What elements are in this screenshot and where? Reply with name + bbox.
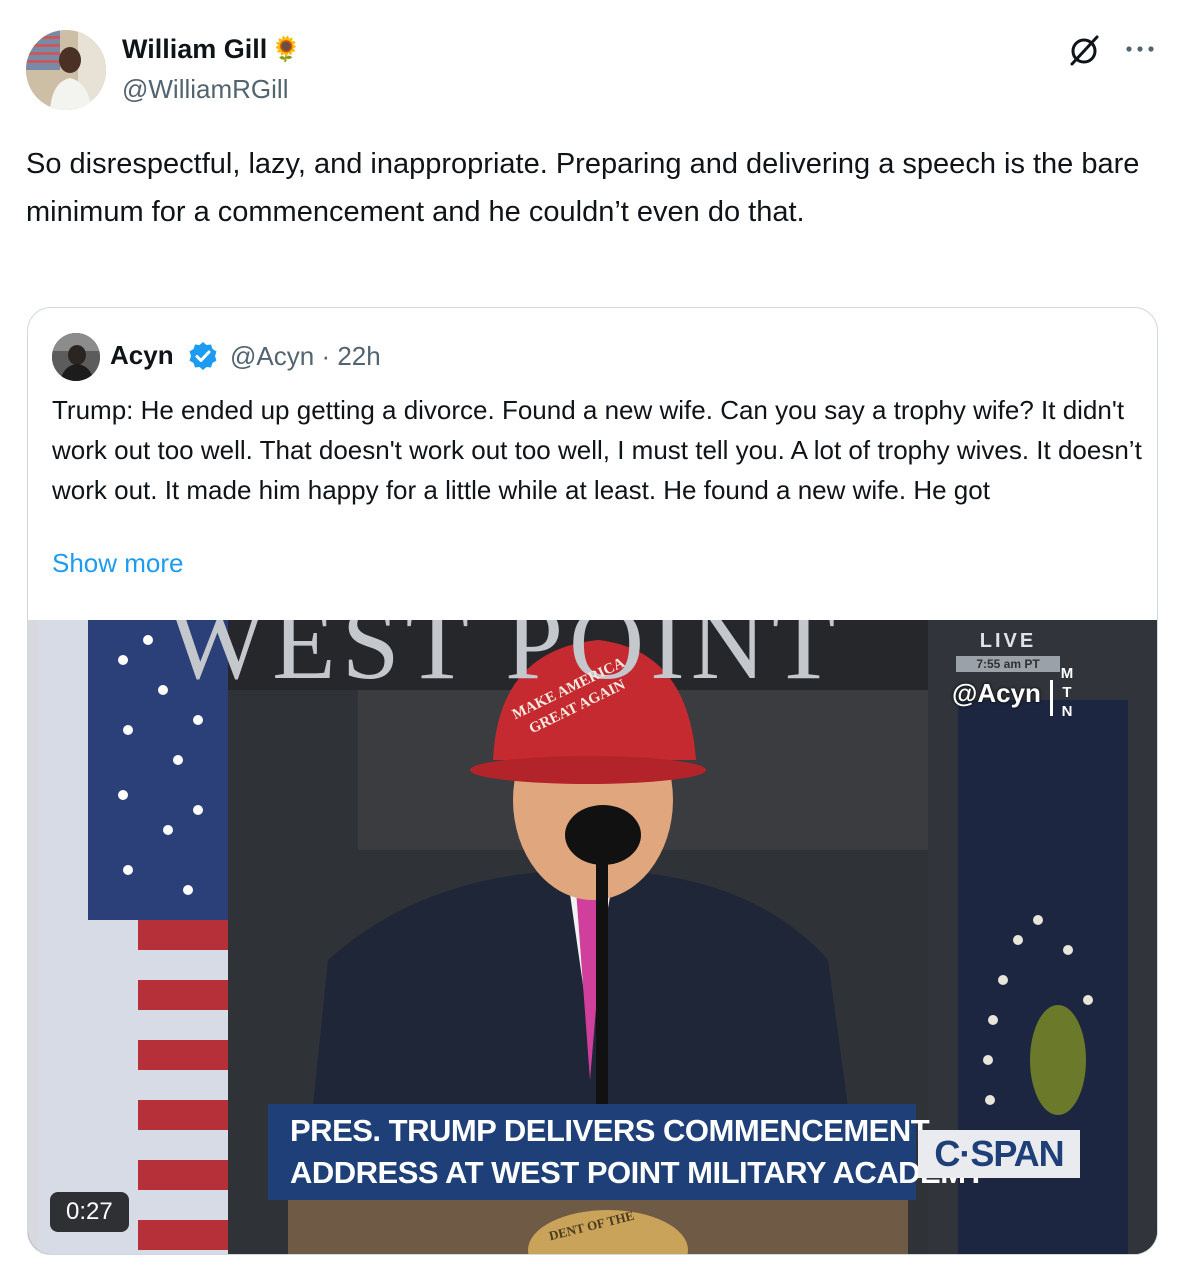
- author-avatar[interactable]: [26, 30, 106, 110]
- backdrop-text: WEST POINT: [168, 620, 842, 701]
- meta-separator: ·: [321, 341, 331, 371]
- verified-badge-icon: [188, 341, 218, 371]
- more-options-icon[interactable]: [1122, 34, 1158, 64]
- quoted-author-avatar[interactable]: [52, 333, 100, 381]
- author-name-text: William Gill: [122, 34, 268, 64]
- live-label: LIVE: [979, 630, 1037, 652]
- watermark-mtn: M T N: [1058, 664, 1076, 721]
- tweet-text: So disrespectful, lazy, and inappropriat…: [26, 148, 1140, 228]
- watermark-letter: M: [1060, 665, 1074, 682]
- chyron-line-2: ADDRESS AT WEST POINT MILITARY ACADEMY: [290, 1155, 986, 1190]
- quoted-tweet-text: Trump: He ended up getting a divorce. Fo…: [52, 395, 1142, 505]
- show-more-link[interactable]: Show more: [52, 548, 184, 579]
- chyron-line-1: PRES. TRUMP DELIVERS COMMENCEMENT: [290, 1113, 930, 1148]
- quoted-tweet[interactable]: Acyn @Acyn · 22h Trump: He ended up gett…: [27, 307, 1158, 1255]
- chyron: PRES. TRUMP DELIVERS COMMENCEMENT ADDRES…: [268, 1104, 986, 1200]
- video-duration: 0:27: [50, 1192, 129, 1232]
- quoted-author-handle[interactable]: @Acyn: [230, 341, 314, 371]
- author-handle[interactable]: @WilliamRGill: [122, 74, 289, 105]
- quoted-author-name[interactable]: Acyn: [110, 340, 174, 371]
- watermark-handle: @Acyn: [952, 678, 1041, 708]
- sunflower-emoji: 🌻: [271, 36, 302, 63]
- author-name[interactable]: William Gill 🌻: [122, 34, 301, 65]
- watermark-letter: N: [1061, 703, 1073, 720]
- watermark-divider: [1050, 680, 1053, 716]
- quoted-timestamp[interactable]: 22h: [337, 341, 380, 371]
- live-time: 7:55 am PT: [956, 656, 1060, 672]
- watermark-letter: T: [1062, 684, 1072, 701]
- grok-icon[interactable]: [1066, 32, 1102, 68]
- video-player[interactable]: WEST POINT MAKE AMERICA GREAT AGAIN LIVE…: [28, 620, 1157, 1254]
- quoted-author-meta: @Acyn · 22h: [230, 341, 381, 372]
- network-logo: C·SPAN: [918, 1130, 1080, 1178]
